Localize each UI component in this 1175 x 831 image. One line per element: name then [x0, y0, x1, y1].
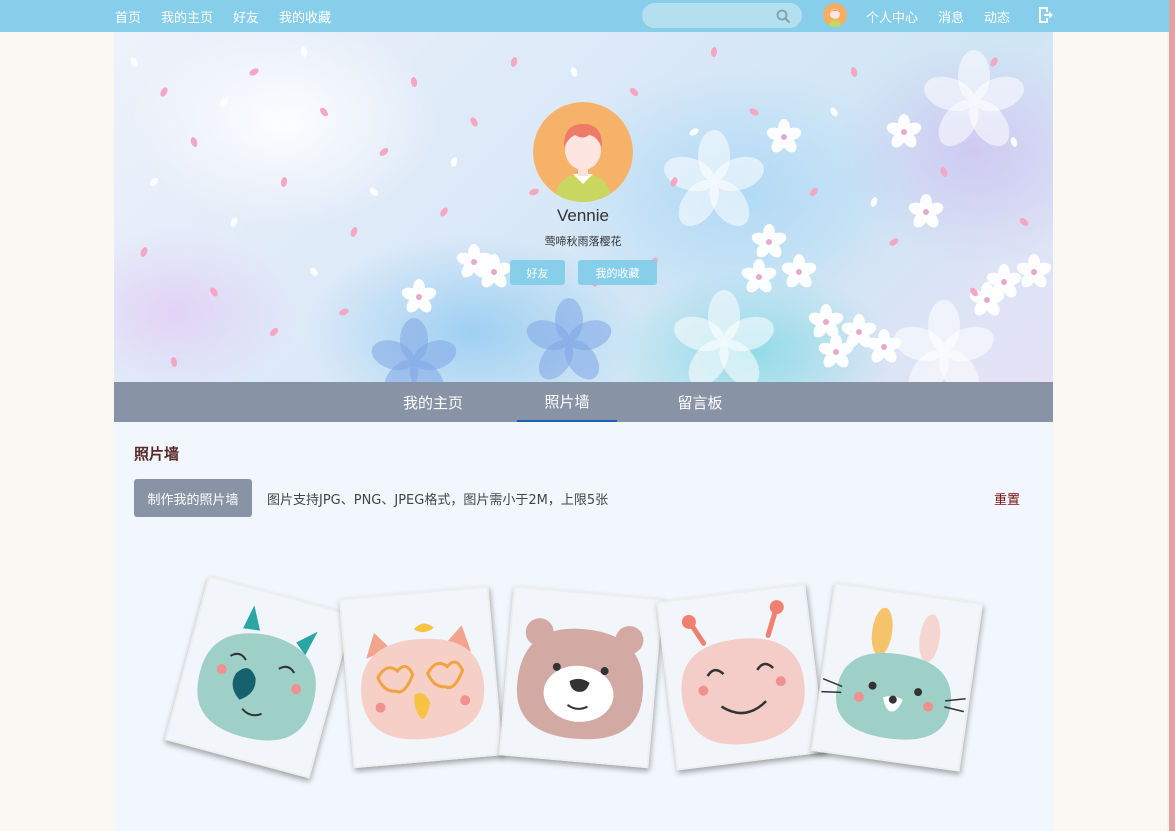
nav-left-links: 首页 我的主页 好友 我的收藏: [115, 0, 331, 32]
nav-link-friends[interactable]: 好友: [233, 7, 259, 26]
top-nav: 首页 我的主页 好友 我的收藏 个人中心 消息 动态: [0, 0, 1169, 32]
search-box[interactable]: [642, 3, 802, 28]
favorites-button[interactable]: 我的收藏: [578, 260, 657, 285]
search-icon[interactable]: [776, 9, 790, 23]
nav-link-activity[interactable]: 动态: [984, 7, 1010, 26]
search-input[interactable]: [652, 6, 772, 25]
profile-name: Vennie: [557, 206, 609, 225]
page-scrollbar-edge: [1169, 0, 1175, 831]
teal-monster-image: [167, 577, 351, 777]
reset-link[interactable]: 重置: [994, 489, 1020, 508]
tab-photo-wall[interactable]: 照片墙: [517, 382, 617, 422]
profile-bio: 莺啼秋雨落樱花: [544, 235, 622, 248]
profile-avatar[interactable]: [533, 102, 633, 202]
photo-teal-monster[interactable]: [164, 575, 354, 779]
brown-bear-image: [501, 587, 661, 767]
nav-right-links: 个人中心 消息 动态: [866, 0, 1010, 32]
nav-avatar[interactable]: [823, 3, 847, 27]
nav-link-personal-center[interactable]: 个人中心: [866, 7, 918, 26]
make-photo-wall-button[interactable]: 制作我的照片墙: [134, 479, 252, 517]
profile-banner: Vennie 莺啼秋雨落樱花 好友 我的收藏: [114, 32, 1053, 382]
profile-card: Vennie 莺啼秋雨落樱花 好友 我的收藏: [114, 32, 1053, 382]
section-title: 照片墙: [134, 445, 180, 463]
nav-link-favorites[interactable]: 我的收藏: [279, 7, 331, 26]
teal-bunny-image: [813, 584, 981, 770]
tab-my-homepage[interactable]: 我的主页: [382, 382, 484, 422]
photo-brown-bear[interactable]: [498, 585, 664, 769]
photo-pink-cat[interactable]: [338, 585, 504, 769]
photo-wall-section: 照片墙 制作我的照片墙 图片支持JPG、PNG、JPEG格式，图片需小于2M，上…: [114, 422, 1053, 831]
nav-link-my-homepage[interactable]: 我的主页: [161, 7, 213, 26]
upload-hint: 图片支持JPG、PNG、JPEG格式，图片需小于2M，上限5张: [267, 493, 609, 508]
logout-icon[interactable]: [1038, 6, 1054, 24]
pink-monster-image: [658, 585, 824, 769]
photo-pink-monster[interactable]: [656, 583, 826, 771]
photo-teal-bunny[interactable]: [810, 582, 984, 772]
profile-tabs: 我的主页 照片墙 留言板: [114, 382, 1053, 422]
nav-link-messages[interactable]: 消息: [938, 7, 964, 26]
friends-button[interactable]: 好友: [510, 260, 565, 285]
nav-link-home[interactable]: 首页: [115, 7, 141, 26]
pink-cat-image: [341, 587, 501, 767]
tab-message-board[interactable]: 留言板: [649, 382, 751, 422]
